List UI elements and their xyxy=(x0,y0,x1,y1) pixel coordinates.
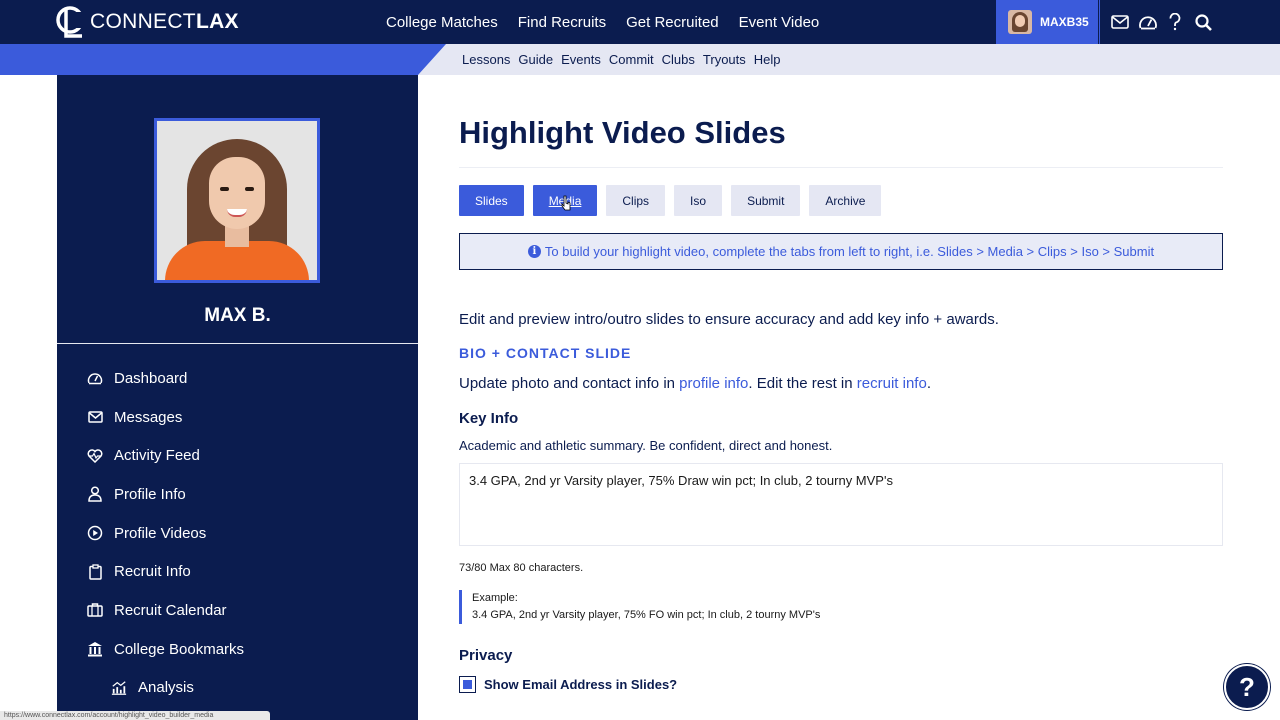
section-heading: BIO + CONTACT SLIDE xyxy=(459,345,632,361)
sub-nav: Lessons Guide Events Commit Clubs Tryout… xyxy=(462,44,789,75)
sidebar-item-activity-feed[interactable]: Activity Feed xyxy=(87,436,244,475)
example-label: Example: xyxy=(472,592,518,604)
intro-text: Edit and preview intro/outro slides to e… xyxy=(459,311,999,328)
sidebar-item-label: Dashboard xyxy=(114,369,188,387)
sidebar-item-analysis[interactable]: Analysis xyxy=(87,669,244,708)
subnav-lessons[interactable]: Lessons xyxy=(462,52,510,67)
header-icons xyxy=(1099,0,1223,44)
sidebar-item-recruit-info[interactable]: Recruit Info xyxy=(87,552,244,591)
sidebar-item-label: Profile Info xyxy=(114,485,186,503)
subnav-tryouts[interactable]: Tryouts xyxy=(703,52,746,67)
recruit-info-link[interactable]: recruit info xyxy=(857,375,927,392)
sidebar-item-label: Messages xyxy=(114,408,183,426)
profile-photo[interactable] xyxy=(154,118,320,283)
subnav-commit[interactable]: Commit xyxy=(609,52,654,67)
main-nav: College Matches Find Recruits Get Recrui… xyxy=(376,0,829,44)
privacy-heading: Privacy xyxy=(459,647,513,664)
key-info-textarea[interactable]: 3.4 GPA, 2nd yr Varsity player, 75% Draw… xyxy=(459,463,1223,546)
info-banner: i To build your highlight video, complet… xyxy=(459,233,1223,270)
email-privacy-row: Show Email Address in Slides? xyxy=(459,676,677,693)
sidebar-item-profile-videos[interactable]: Profile Videos xyxy=(87,514,244,553)
sidebar-item-college-bookmarks[interactable]: College Bookmarks xyxy=(87,630,244,669)
character-count: 73/80 Max 80 characters. xyxy=(459,562,584,574)
sidebar-item-label: Analysis xyxy=(138,679,194,697)
show-email-checkbox[interactable] xyxy=(459,676,476,693)
mouse-cursor-icon xyxy=(561,195,571,211)
example-text: 3.4 GPA, 2nd yr Varsity player, 75% FO w… xyxy=(472,609,821,621)
subnav-guide[interactable]: Guide xyxy=(518,52,553,67)
username: MAXB35 xyxy=(1040,15,1089,29)
heartbeat-icon xyxy=(87,448,103,464)
connectlax-logo[interactable]: CONNECTLAX xyxy=(56,2,239,42)
tab-clips[interactable]: Clips xyxy=(606,185,666,216)
subnav-help[interactable]: Help xyxy=(754,52,781,67)
sidebar: MAX B. Dashboard Messages Activity Feed … xyxy=(57,75,418,720)
nav-college-matches[interactable]: College Matches xyxy=(386,14,498,31)
tab-iso[interactable]: Iso xyxy=(674,185,723,216)
tab-archive[interactable]: Archive xyxy=(809,185,882,216)
search-icon[interactable] xyxy=(1192,11,1214,33)
sidebar-item-profile-info[interactable]: Profile Info xyxy=(87,475,244,514)
clipboard-icon xyxy=(87,564,103,580)
profile-name: MAX B. xyxy=(204,305,271,326)
page-title: Highlight Video Slides xyxy=(459,115,786,150)
nav-find-recruits[interactable]: Find Recruits xyxy=(518,14,606,31)
sidebar-item-label: Activity Feed xyxy=(114,447,200,465)
avatar xyxy=(1008,10,1032,34)
show-email-label: Show Email Address in Slides? xyxy=(484,677,678,692)
sidebar-item-label: College Bookmarks xyxy=(114,640,245,658)
logo-text: CONNECTLAX xyxy=(90,10,239,33)
envelope-icon xyxy=(87,409,103,425)
sidebar-item-label: Recruit Calendar xyxy=(114,601,227,619)
user-menu[interactable]: MAXB35 xyxy=(996,0,1098,44)
tab-submit[interactable]: Submit xyxy=(731,185,801,216)
subnav-accent xyxy=(0,44,446,75)
dashboard-icon[interactable] xyxy=(1137,11,1159,33)
chart-icon xyxy=(111,680,127,696)
status-url: https://www.connectlax.com/account/highl… xyxy=(0,711,270,720)
title-divider xyxy=(459,167,1223,168)
info-text: To build your highlight video, complete … xyxy=(544,244,1155,259)
subnav-clubs[interactable]: Clubs xyxy=(662,52,695,67)
key-info-description: Academic and athletic summary. Be confid… xyxy=(459,438,833,453)
nav-get-recruited[interactable]: Get Recruited xyxy=(626,14,719,31)
user-icon xyxy=(87,486,103,503)
sidebar-item-dashboard[interactable]: Dashboard xyxy=(87,359,244,398)
example-block: Example: 3.4 GPA, 2nd yr Varsity player,… xyxy=(459,590,1059,624)
top-navbar: CONNECTLAX College Matches Find Recruits… xyxy=(0,0,1280,44)
tab-slides[interactable]: Slides xyxy=(459,185,524,216)
key-info-heading: Key Info xyxy=(459,410,519,427)
update-text: Update photo and contact info in profile… xyxy=(459,375,931,392)
tab-bar: Slides Media Clips Iso Submit Archive xyxy=(459,185,890,216)
sidebar-item-label: Recruit Info xyxy=(114,563,191,581)
calendar-icon xyxy=(87,602,103,618)
subnav-events[interactable]: Events xyxy=(561,52,601,67)
sidebar-divider xyxy=(57,343,418,344)
play-icon xyxy=(87,525,103,541)
sidebar-menu: Dashboard Messages Activity Feed Profile… xyxy=(87,359,244,707)
question-icon[interactable] xyxy=(1164,11,1186,33)
info-icon: i xyxy=(527,245,541,258)
help-chat-button[interactable]: ? xyxy=(1224,664,1270,710)
sidebar-item-recruit-calendar[interactable]: Recruit Calendar xyxy=(87,591,244,630)
profile-info-link[interactable]: profile info xyxy=(679,375,748,392)
envelope-icon[interactable] xyxy=(1109,11,1131,33)
logo-mark-icon xyxy=(56,6,88,38)
dashboard-icon xyxy=(87,370,103,386)
nav-event-video[interactable]: Event Video xyxy=(739,14,820,31)
sidebar-item-messages[interactable]: Messages xyxy=(87,398,244,437)
university-icon xyxy=(87,641,103,657)
sidebar-item-label: Profile Videos xyxy=(114,524,207,542)
